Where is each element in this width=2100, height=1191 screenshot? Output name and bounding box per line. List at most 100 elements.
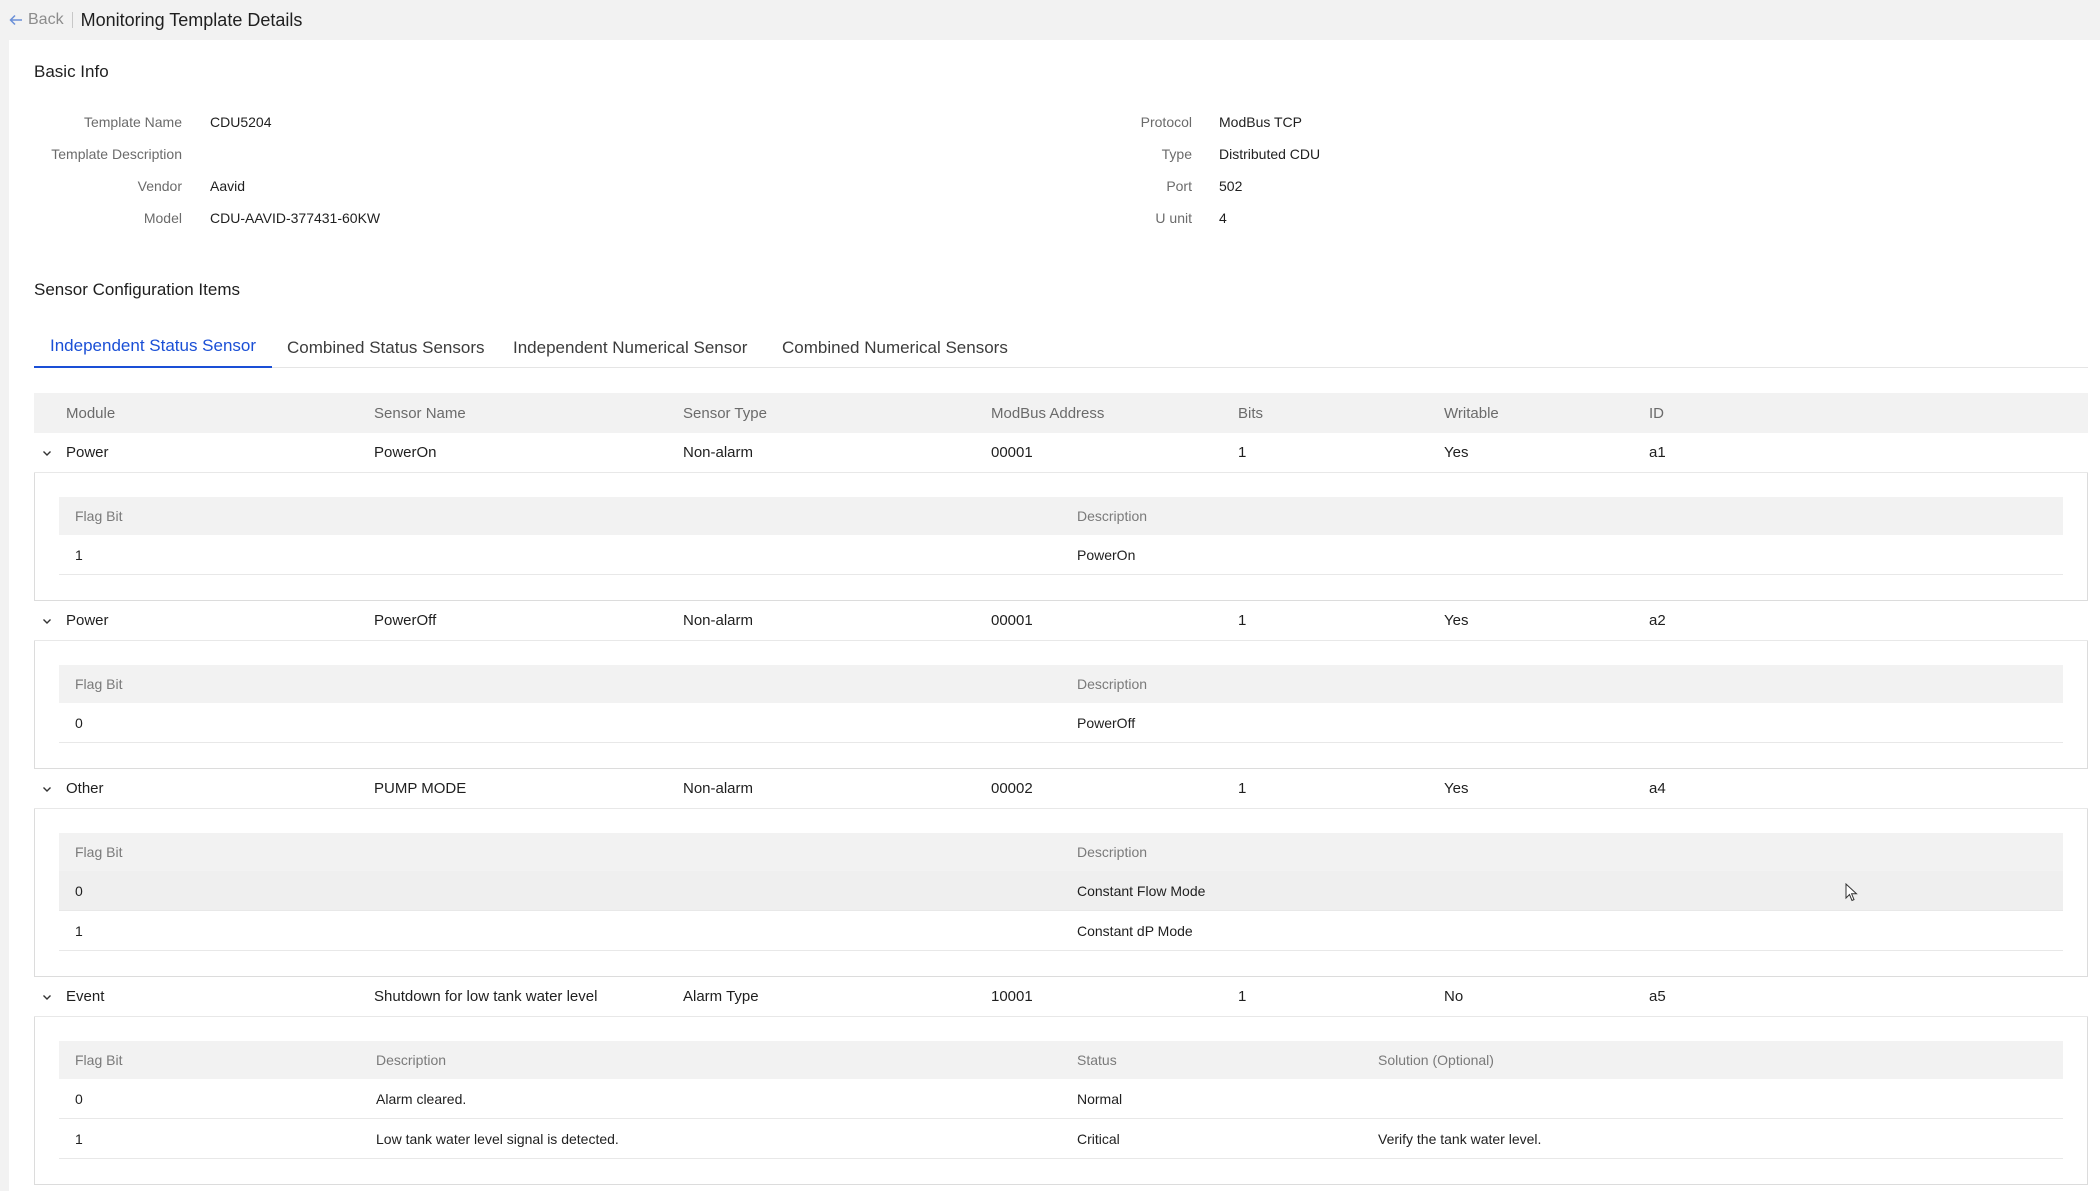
- flag-bit: 0: [75, 1090, 83, 1107]
- column-header: ID: [1649, 404, 1664, 422]
- flag-status: Normal: [1077, 1090, 1123, 1107]
- cell-id: a2: [1649, 612, 1666, 629]
- table-row[interactable]: Power PowerOff Non-alarm 00001 1 Yes a2: [34, 601, 2088, 641]
- divider: [71, 12, 73, 28]
- tab-combined-numerical-sensors[interactable]: Combined Numerical Sensors: [782, 286, 1008, 368]
- info-row-port: Port 502: [1009, 176, 1242, 196]
- sensor-tabs: Independent Status Sensor Combined Statu…: [34, 286, 2088, 368]
- sensor-table: Module Sensor Name Sensor Type ModBus Ad…: [34, 393, 2088, 1185]
- detail-column-header: Description: [1077, 676, 1148, 692]
- cell-bits: 1: [1238, 780, 1247, 797]
- table-row[interactable]: Power PowerOn Non-alarm 00001 1 Yes a1: [34, 433, 2088, 473]
- cell-sensor-type: Non-alarm: [683, 780, 754, 797]
- cell-sensor-type: Non-alarm: [683, 444, 754, 461]
- chevron-down-icon[interactable]: [41, 447, 53, 459]
- cell-modbus-address: 00001: [991, 444, 1033, 461]
- cell-modbus-address: 10001: [991, 988, 1033, 1005]
- expanded-detail: Flag Bit Description Status Solution (Op…: [34, 1017, 2088, 1185]
- flag-bit: 1: [75, 922, 83, 939]
- detail-row: 1 Low tank water level signal is detecte…: [59, 1119, 2063, 1159]
- tab-combined-status-sensors[interactable]: Combined Status Sensors: [287, 286, 485, 368]
- info-label: Model: [143, 210, 182, 226]
- tab-independent-status-sensor[interactable]: Independent Status Sensor: [34, 286, 273, 368]
- info-label: Template Name: [83, 114, 182, 130]
- arrow-left-icon: [9, 14, 22, 26]
- tab-independent-numerical-sensor[interactable]: Independent Numerical Sensor: [513, 286, 747, 368]
- cell-id: a5: [1649, 988, 1666, 1005]
- table-row[interactable]: Other PUMP MODE Non-alarm 00002 1 Yes a4: [34, 769, 2088, 809]
- info-value: 4: [1219, 210, 1227, 226]
- detail-column-header: Description: [1077, 844, 1148, 860]
- info-label: Template Description: [51, 146, 182, 162]
- cell-writable: No: [1444, 988, 1464, 1005]
- flag-bit: 0: [75, 714, 83, 731]
- column-header: Writable: [1444, 404, 1499, 422]
- detail-header: Flag Bit Description: [59, 833, 2063, 871]
- info-value: 502: [1219, 178, 1243, 194]
- tab-label: Combined Numerical Sensors: [782, 338, 1008, 357]
- flag-description: PowerOn: [1077, 546, 1136, 563]
- cell-sensor-type: Non-alarm: [683, 612, 754, 629]
- table-row[interactable]: Event Shutdown for low tank water level …: [34, 977, 2088, 1017]
- info-value: CDU5204: [210, 114, 272, 130]
- detail-row: 0 Constant Flow Mode: [59, 871, 2063, 911]
- detail-header: Flag Bit Description: [59, 497, 2063, 535]
- flag-bit: 0: [75, 882, 83, 899]
- table-header: Module Sensor Name Sensor Type ModBus Ad…: [34, 393, 2088, 433]
- column-header: Module: [66, 404, 116, 422]
- info-row-vendor: Vendor Aavid: [9, 176, 245, 196]
- page-title: Monitoring Template Details: [80, 9, 303, 30]
- cell-bits: 1: [1238, 612, 1247, 629]
- basic-info-title: Basic Info: [34, 62, 109, 81]
- flag-description: Constant dP Mode: [1077, 922, 1193, 939]
- detail-column-header: Description: [376, 1052, 447, 1068]
- info-row-type: Type Distributed CDU: [1009, 144, 1321, 164]
- cell-bits: 1: [1238, 988, 1247, 1005]
- info-value: ModBus TCP: [1219, 114, 1302, 130]
- info-row-template-description: Template Description: [9, 144, 210, 164]
- detail-column-header: Flag Bit: [75, 1052, 123, 1068]
- chevron-down-icon[interactable]: [41, 615, 53, 627]
- expanded-detail: Flag Bit Description 0 PowerOff: [34, 641, 2088, 769]
- cell-writable: Yes: [1444, 444, 1469, 461]
- info-label: Vendor: [137, 178, 182, 194]
- expanded-detail: Flag Bit Description 1 PowerOn: [34, 473, 2088, 601]
- detail-row: 0 PowerOff: [59, 703, 2063, 743]
- tab-label: Independent Numerical Sensor: [513, 338, 748, 357]
- chevron-down-icon[interactable]: [41, 783, 53, 795]
- info-value: CDU-AAVID-377431-60KW: [210, 210, 381, 226]
- detail-row: 0 Alarm cleared. Normal: [59, 1079, 2063, 1119]
- back-button[interactable]: Back: [8, 11, 64, 29]
- detail-column-header: Status: [1077, 1052, 1117, 1068]
- chevron-down-icon[interactable]: [41, 991, 53, 1003]
- detail-column-header: Flag Bit: [75, 508, 123, 524]
- cell-modbus-address: 00001: [991, 612, 1033, 629]
- cell-sensor-name: PowerOn: [374, 444, 437, 461]
- flag-status: Critical: [1077, 1130, 1120, 1147]
- detail-row: 1 PowerOn: [59, 535, 2063, 575]
- flag-description: Alarm cleared.: [376, 1090, 467, 1107]
- info-label: Type: [1161, 146, 1192, 162]
- flag-description: PowerOff: [1077, 714, 1136, 731]
- flag-solution: Verify the tank water level.: [1378, 1130, 1542, 1147]
- cell-writable: Yes: [1444, 612, 1469, 629]
- cell-id: a1: [1649, 444, 1666, 461]
- cell-sensor-name: PowerOff: [374, 612, 437, 629]
- detail-header: Flag Bit Description Status Solution (Op…: [59, 1041, 2063, 1079]
- column-header: Sensor Name: [374, 404, 466, 422]
- mouse-cursor-icon: [1845, 883, 1858, 902]
- info-value: Distributed CDU: [1219, 146, 1321, 162]
- cell-sensor-name: Shutdown for low tank water level: [374, 988, 598, 1005]
- cell-id: a4: [1649, 780, 1666, 797]
- detail-column-header: Description: [1077, 508, 1148, 524]
- column-header: ModBus Address: [991, 404, 1105, 422]
- back-label: Back: [28, 11, 64, 28]
- info-row-u-unit: U unit 4: [1009, 208, 1227, 228]
- cell-modbus-address: 00002: [991, 780, 1033, 797]
- top-bar: Back Monitoring Template Details: [0, 0, 2100, 40]
- flag-description: Low tank water level signal is detected.: [376, 1130, 619, 1147]
- info-row-template-name: Template Name CDU5204: [9, 112, 272, 132]
- cell-sensor-name: PUMP MODE: [374, 780, 467, 797]
- detail-row: 1 Constant dP Mode: [59, 911, 2063, 951]
- info-row-model: Model CDU-AAVID-377431-60KW: [9, 208, 380, 228]
